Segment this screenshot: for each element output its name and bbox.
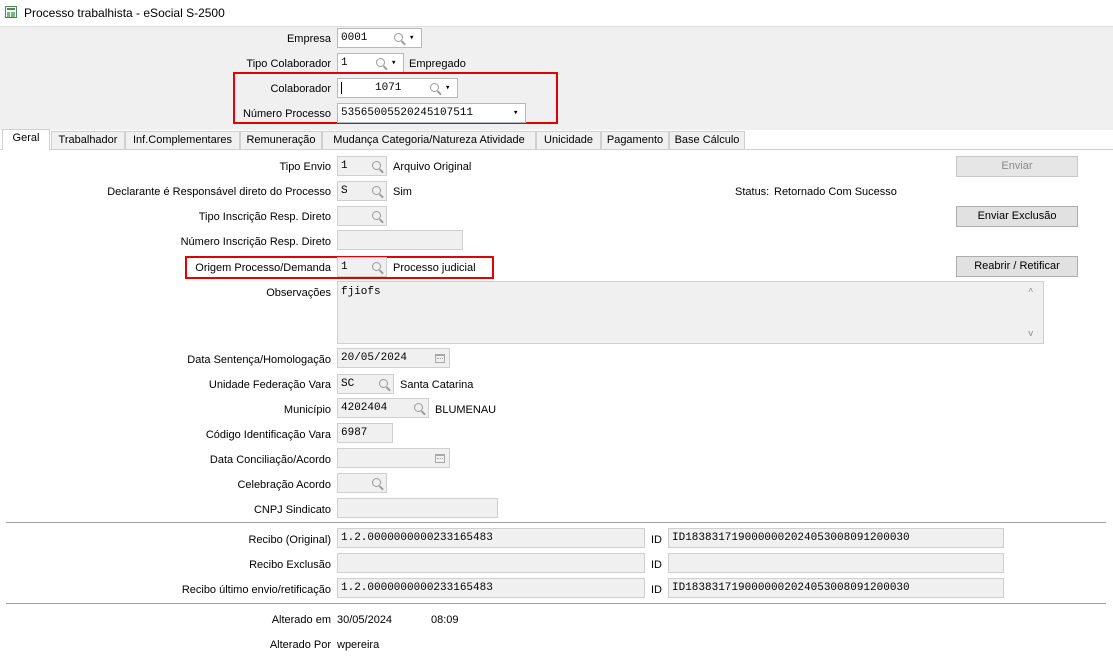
text-cursor xyxy=(341,82,342,94)
origem-field[interactable]: 1 xyxy=(337,257,387,277)
id-ultimo-field[interactable]: ID1838317190000002024053008091200030 xyxy=(668,578,1004,598)
alterado-em-label: Alterado em xyxy=(271,614,331,626)
calendar-icon[interactable] xyxy=(435,354,445,363)
window-title: Processo trabalhista - eSocial S-2500 xyxy=(24,6,225,20)
numero-processo-field[interactable]: 53565005520245107511 ▾ xyxy=(337,103,526,123)
search-icon[interactable] xyxy=(372,262,381,271)
tipo-inscricao-label: Tipo Inscrição Resp. Direto xyxy=(198,211,331,223)
search-icon[interactable] xyxy=(372,186,381,195)
search-icon[interactable] xyxy=(372,161,381,170)
recibo-ultimo-field[interactable]: 1.2.0000000000233165483 xyxy=(337,578,645,598)
origem-desc: Processo judicial xyxy=(393,262,476,274)
tab-unicidade[interactable]: Unicidade xyxy=(536,131,601,149)
search-icon[interactable] xyxy=(414,403,423,412)
id-label: ID xyxy=(651,584,662,596)
numero-inscricao-label: Número Inscrição Resp. Direto xyxy=(180,236,331,248)
colaborador-label: Colaborador xyxy=(270,83,331,95)
tab-mudanca-categoria[interactable]: Mudança Categoria/Natureza Atividade xyxy=(322,131,536,149)
recibo-exclusao-field[interactable] xyxy=(337,553,645,573)
declarante-desc: Sim xyxy=(393,186,412,198)
tipo-envio-label: Tipo Envio xyxy=(279,161,331,173)
uf-vara-field[interactable]: SC xyxy=(337,374,394,394)
id-original-field[interactable]: ID1838317190000002024053008091200030 xyxy=(668,528,1004,548)
tab-base-calculo[interactable]: Base Cálculo xyxy=(669,131,745,149)
tab-remuneracao[interactable]: Remuneração xyxy=(240,131,322,149)
tipo-inscricao-field[interactable] xyxy=(337,206,387,226)
search-icon[interactable] xyxy=(379,379,388,388)
search-icon[interactable] xyxy=(394,33,403,42)
cnpj-sindicato-field[interactable] xyxy=(337,498,498,518)
observacoes-textarea[interactable]: fjiofs ^ v xyxy=(337,281,1044,344)
numero-processo-value: 53565005520245107511 xyxy=(341,107,474,119)
alterado-por-value: wpereira xyxy=(337,639,380,651)
search-icon[interactable] xyxy=(376,58,385,67)
search-icon[interactable] xyxy=(372,478,381,487)
numero-processo-label: Número Processo xyxy=(242,108,331,120)
colaborador-value: 1071 xyxy=(375,82,402,94)
tab-trabalhador[interactable]: Trabalhador xyxy=(51,131,125,149)
codigo-vara-label: Código Identificação Vara xyxy=(205,429,331,441)
recibo-original-field[interactable]: 1.2.0000000000233165483 xyxy=(337,528,645,548)
declarante-field[interactable]: S xyxy=(337,181,387,201)
tipo-colaborador-field[interactable]: 1 ▾ xyxy=(337,53,404,73)
tipo-envio-field[interactable]: 1 xyxy=(337,156,387,176)
alterado-em-date: 30/05/2024 xyxy=(337,614,393,626)
uf-vara-desc: Santa Catarina xyxy=(400,379,474,391)
tipo-colaborador-label: Tipo Colaborador xyxy=(246,58,331,70)
search-icon[interactable] xyxy=(372,211,381,220)
data-conciliacao-label: Data Conciliação/Acordo xyxy=(209,454,331,466)
enviar-exclusao-button[interactable]: Enviar Exclusão xyxy=(956,206,1078,227)
reabrir-retificar-button[interactable]: Reabrir / Retificar xyxy=(956,256,1078,277)
data-conciliacao-field[interactable] xyxy=(337,448,450,468)
enviar-button[interactable]: Enviar xyxy=(956,156,1078,177)
observacoes-label: Observações xyxy=(266,287,331,299)
tipo-colaborador-value: 1 xyxy=(341,57,348,69)
title-bar: Processo trabalhista - eSocial S-2500 xyxy=(0,0,1113,26)
recibo-exclusao-label: Recibo Exclusão xyxy=(249,559,331,571)
codigo-vara-field[interactable]: 6987 xyxy=(337,423,393,443)
app-icon xyxy=(5,6,17,18)
recibo-ultimo-label: Recibo último envio/retificação xyxy=(181,584,331,596)
status-label: Status: xyxy=(735,186,770,198)
celebracao-field[interactable] xyxy=(337,473,387,493)
dropdown-arrow-icon[interactable]: ▾ xyxy=(445,83,450,93)
data-sentenca-label: Data Sentença/Homologação xyxy=(187,354,331,366)
alterado-por-label: Alterado Por xyxy=(269,639,331,651)
dropdown-arrow-icon[interactable]: ▾ xyxy=(391,58,396,68)
scroll-up-icon[interactable]: ^ xyxy=(1028,284,1033,300)
id-exclusao-field[interactable] xyxy=(668,553,1004,573)
divider xyxy=(6,603,1106,604)
municipio-field[interactable]: 4202404 xyxy=(337,398,429,418)
calendar-icon[interactable] xyxy=(435,454,445,463)
colaborador-field[interactable]: 1071 ▾ xyxy=(337,78,458,98)
recibo-original-label: Recibo (Original) xyxy=(248,534,331,546)
tipo-envio-desc: Arquivo Original xyxy=(393,161,472,173)
cnpj-sindicato-label: CNPJ Sindicato xyxy=(253,504,331,516)
empresa-label: Empresa xyxy=(286,33,331,45)
numero-inscricao-field[interactable] xyxy=(337,230,463,250)
tipo-colaborador-desc: Empregado xyxy=(409,58,466,70)
scroll-down-icon[interactable]: v xyxy=(1028,326,1033,342)
data-sentenca-field[interactable]: 20/05/2024 xyxy=(337,348,450,368)
id-label: ID xyxy=(651,559,662,571)
tab-geral[interactable]: Geral xyxy=(2,129,50,150)
divider xyxy=(6,522,1106,523)
municipio-desc: BLUMENAU xyxy=(435,404,497,416)
municipio-label: Município xyxy=(283,404,331,416)
dropdown-arrow-icon[interactable]: ▾ xyxy=(409,33,414,43)
id-label: ID xyxy=(651,534,662,546)
origem-label: Origem Processo/Demanda xyxy=(195,262,331,274)
tab-strip-border xyxy=(0,149,1113,150)
tab-inf-complementares[interactable]: Inf.Complementares xyxy=(125,131,240,149)
alterado-em-time: 08:09 xyxy=(431,614,459,626)
dropdown-arrow-icon[interactable]: ▾ xyxy=(513,108,518,118)
status-value: Retornado Com Sucesso xyxy=(774,186,897,198)
empresa-value: 0001 xyxy=(341,32,368,44)
search-icon[interactable] xyxy=(430,83,439,92)
empresa-field[interactable]: 0001 ▾ xyxy=(337,28,422,48)
declarante-label: Declarante é Responsável direto do Proce… xyxy=(107,186,331,198)
tab-pagamento[interactable]: Pagamento xyxy=(601,131,669,149)
uf-vara-label: Unidade Federação Vara xyxy=(208,379,331,391)
celebracao-label: Celebração Acordo xyxy=(237,479,331,491)
